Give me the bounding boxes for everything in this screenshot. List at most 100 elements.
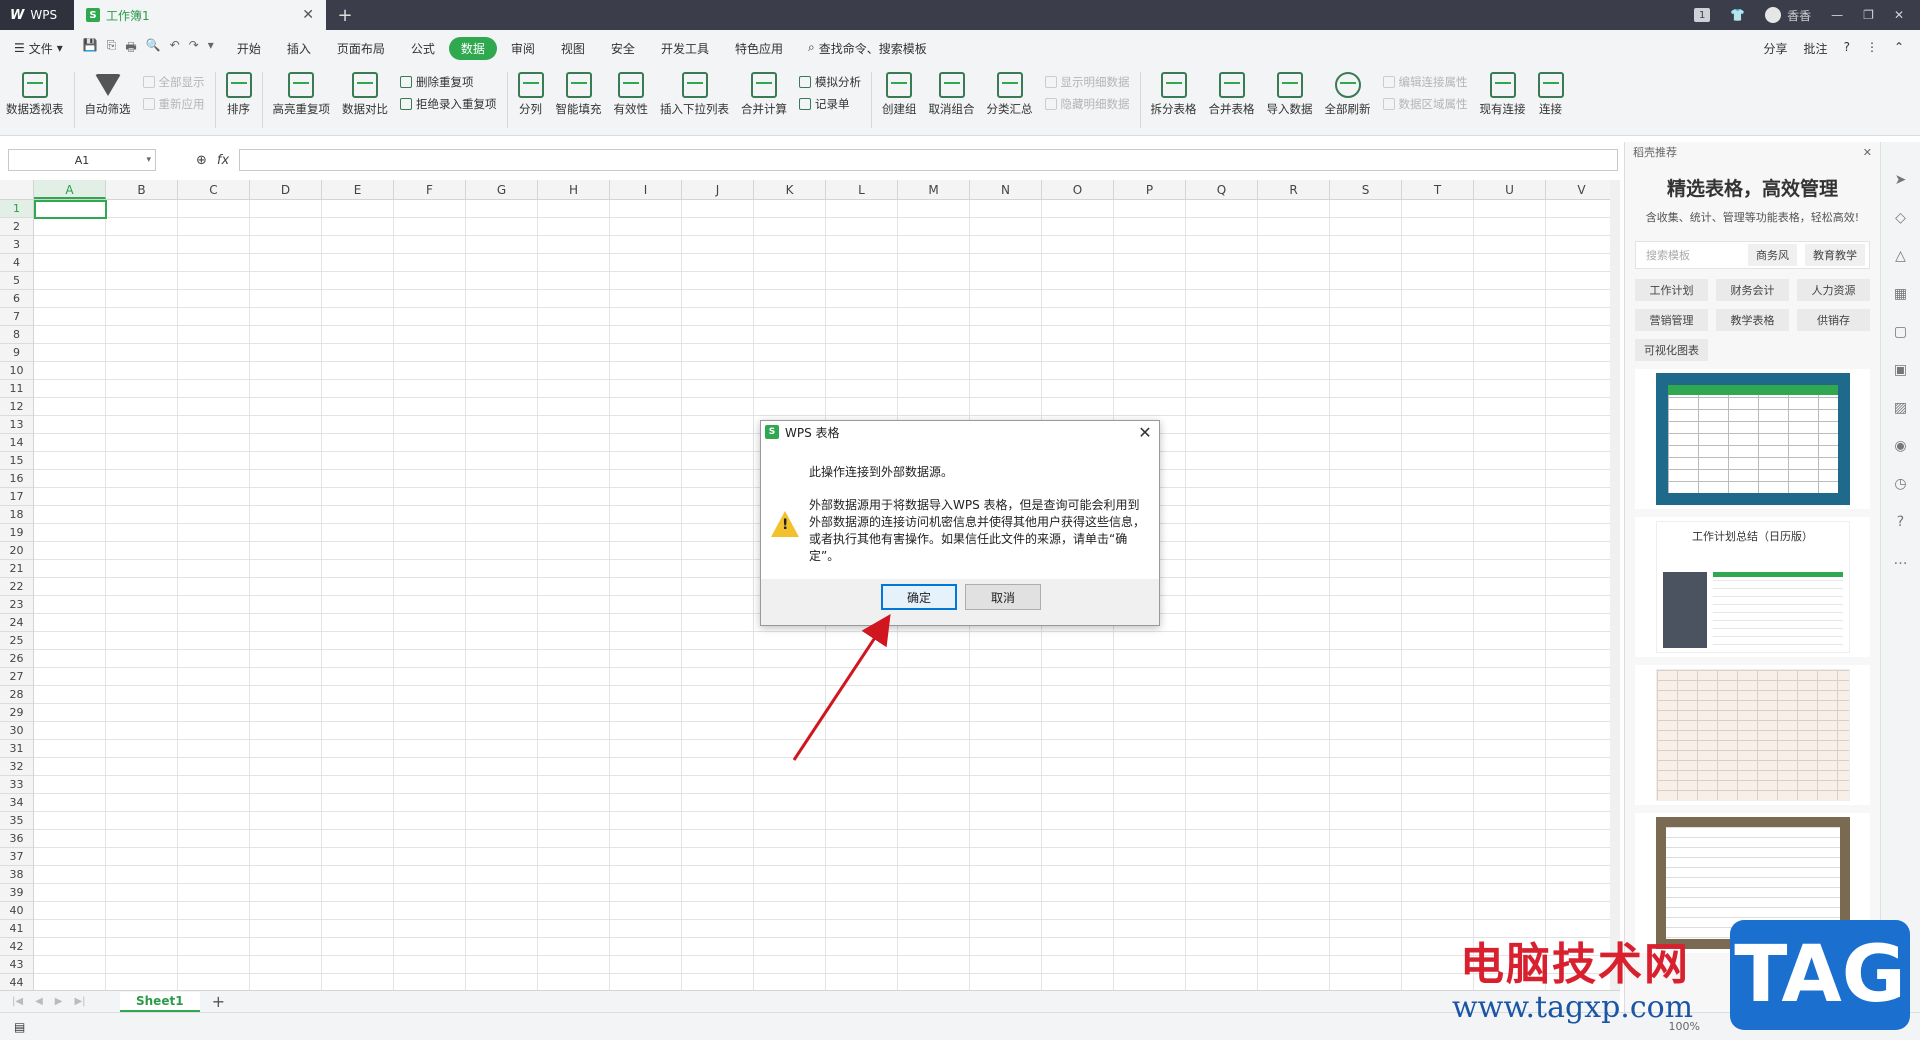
row-header[interactable]: 38 bbox=[0, 866, 33, 884]
template-icon[interactable]: ◉ bbox=[1894, 438, 1906, 454]
macro-record-icon[interactable]: ▤ bbox=[14, 1020, 25, 1034]
chip-finance[interactable]: 财务会计 bbox=[1716, 279, 1789, 301]
row-header[interactable]: 33 bbox=[0, 776, 33, 794]
validity-button[interactable]: 有效性 bbox=[608, 72, 655, 117]
reapply-button[interactable]: 重新应用 bbox=[142, 96, 205, 112]
chip-visual-charts[interactable]: 可视化图表 bbox=[1635, 339, 1708, 361]
annotate-button[interactable]: 批注 bbox=[1804, 40, 1828, 57]
chip-supply[interactable]: 供销存 bbox=[1797, 309, 1870, 331]
row-header[interactable]: 20 bbox=[0, 542, 33, 560]
column-header[interactable]: B bbox=[106, 180, 178, 199]
column-header[interactable]: U bbox=[1474, 180, 1546, 199]
row-header[interactable]: 37 bbox=[0, 848, 33, 866]
chip-marketing[interactable]: 营销管理 bbox=[1635, 309, 1708, 331]
last-sheet-icon[interactable]: ▶| bbox=[74, 996, 85, 1007]
column-header[interactable]: F bbox=[394, 180, 466, 199]
template-search-input[interactable]: 搜索模板 bbox=[1640, 247, 1740, 263]
column-header[interactable]: S bbox=[1330, 180, 1402, 199]
chip-teaching[interactable]: 教学表格 bbox=[1716, 309, 1789, 331]
split-column-button[interactable]: 分列 bbox=[512, 72, 550, 117]
select-all-corner[interactable] bbox=[0, 180, 34, 199]
existing-connections-button[interactable]: 现有连接 bbox=[1474, 72, 1532, 117]
pivot-table-button[interactable]: 数据透视表 bbox=[0, 72, 70, 117]
tab-security[interactable]: 安全 bbox=[599, 37, 647, 60]
show-detail-button[interactable]: 显示明细数据 bbox=[1044, 74, 1130, 90]
tab-developer[interactable]: 开发工具 bbox=[649, 37, 721, 60]
row-header[interactable]: 19 bbox=[0, 524, 33, 542]
cancel-button[interactable]: 取消 bbox=[965, 584, 1041, 610]
fx-icon[interactable]: fx bbox=[217, 153, 229, 168]
row-header[interactable]: 14 bbox=[0, 434, 33, 452]
panel-close-icon[interactable]: ✕ bbox=[1863, 146, 1872, 159]
close-tab-icon[interactable]: ✕ bbox=[302, 7, 314, 23]
zoom-level[interactable]: 100% bbox=[1669, 1020, 1700, 1033]
create-group-button[interactable]: 创建组 bbox=[876, 72, 923, 117]
chip-business[interactable]: 商务风 bbox=[1748, 244, 1797, 266]
tab-review[interactable]: 审阅 bbox=[499, 37, 547, 60]
save-icon[interactable]: 💾 bbox=[83, 38, 98, 59]
template-card[interactable] bbox=[1635, 665, 1870, 805]
column-header[interactable]: N bbox=[970, 180, 1042, 199]
consolidate-button[interactable]: 合并计算 bbox=[735, 72, 793, 117]
row-header[interactable]: 6 bbox=[0, 290, 33, 308]
column-header[interactable]: V bbox=[1546, 180, 1610, 199]
column-header[interactable]: E bbox=[322, 180, 394, 199]
command-search[interactable]: ⌕ 查找命令、搜索模板 bbox=[796, 40, 939, 57]
show-all-button[interactable]: 全部显示 bbox=[142, 74, 205, 90]
tab-special[interactable]: 特色应用 bbox=[723, 37, 795, 60]
row-header[interactable]: 34 bbox=[0, 794, 33, 812]
row-header[interactable]: 22 bbox=[0, 578, 33, 596]
row-header[interactable]: 21 bbox=[0, 560, 33, 578]
formula-input[interactable] bbox=[239, 149, 1618, 171]
row-header[interactable]: 43 bbox=[0, 956, 33, 974]
tab-home[interactable]: 开始 bbox=[225, 37, 273, 60]
smart-fill-button[interactable]: 智能填充 bbox=[550, 72, 608, 117]
simulate-analysis-button[interactable]: 模拟分析 bbox=[799, 74, 861, 90]
row-header[interactable]: 27 bbox=[0, 668, 33, 686]
print-icon[interactable]: 🖶 bbox=[125, 38, 136, 59]
row-header[interactable]: 25 bbox=[0, 632, 33, 650]
row-header[interactable]: 11 bbox=[0, 380, 33, 398]
document-tab[interactable]: S 工作簿1 ✕ bbox=[74, 0, 326, 30]
data-compare-button[interactable]: 数据对比 bbox=[336, 72, 394, 117]
record-form-button[interactable]: 记录单 bbox=[799, 96, 861, 112]
window-count-badge[interactable]: 1 bbox=[1694, 8, 1711, 22]
close-window-icon[interactable]: ✕ bbox=[1894, 8, 1904, 22]
row-header[interactable]: 35 bbox=[0, 812, 33, 830]
highlight-duplicates-button[interactable]: 高亮重复项 bbox=[267, 72, 337, 117]
split-table-button[interactable]: 拆分表格 bbox=[1145, 72, 1203, 117]
row-header[interactable]: 26 bbox=[0, 650, 33, 668]
minimize-icon[interactable]: — bbox=[1831, 8, 1843, 22]
more-icon[interactable]: ⋮ bbox=[1866, 40, 1878, 57]
next-sheet-icon[interactable]: ▶ bbox=[55, 996, 63, 1007]
autofilter-button[interactable]: 自动筛选 bbox=[79, 72, 137, 117]
undo-icon[interactable]: ↶ bbox=[170, 38, 180, 59]
row-header[interactable]: 29 bbox=[0, 704, 33, 722]
range-properties-button[interactable]: 数据区域属性 bbox=[1382, 96, 1468, 112]
chip-hr[interactable]: 人力资源 bbox=[1797, 279, 1870, 301]
collapse-ribbon-icon[interactable]: ⌃ bbox=[1894, 40, 1904, 57]
row-header[interactable]: 12 bbox=[0, 398, 33, 416]
file-menu[interactable]: ☰ 文件 ▾ bbox=[0, 40, 73, 57]
ungroup-button[interactable]: 取消组合 bbox=[923, 72, 981, 117]
template-card[interactable] bbox=[1635, 369, 1870, 509]
row-header[interactable]: 31 bbox=[0, 740, 33, 758]
row-header[interactable]: 32 bbox=[0, 758, 33, 776]
column-header[interactable]: L bbox=[826, 180, 898, 199]
row-header[interactable]: 30 bbox=[0, 722, 33, 740]
chip-education[interactable]: 教育教学 bbox=[1805, 244, 1865, 266]
column-header[interactable]: K bbox=[754, 180, 826, 199]
sheet-tab[interactable]: Sheet1 bbox=[120, 991, 200, 1012]
row-header[interactable]: 15 bbox=[0, 452, 33, 470]
row-header[interactable]: 36 bbox=[0, 830, 33, 848]
row-header[interactable]: 24 bbox=[0, 614, 33, 632]
restore-icon[interactable]: ❐ bbox=[1863, 8, 1874, 22]
wps-home-tab[interactable]: W WPS bbox=[0, 0, 74, 30]
column-header[interactable]: T bbox=[1402, 180, 1474, 199]
column-header[interactable]: D bbox=[250, 180, 322, 199]
row-header[interactable]: 7 bbox=[0, 308, 33, 326]
first-sheet-icon[interactable]: |◀ bbox=[12, 996, 23, 1007]
print-preview-icon[interactable]: 🔍 bbox=[146, 38, 161, 59]
tab-formula[interactable]: 公式 bbox=[399, 37, 447, 60]
row-header[interactable]: 3 bbox=[0, 236, 33, 254]
